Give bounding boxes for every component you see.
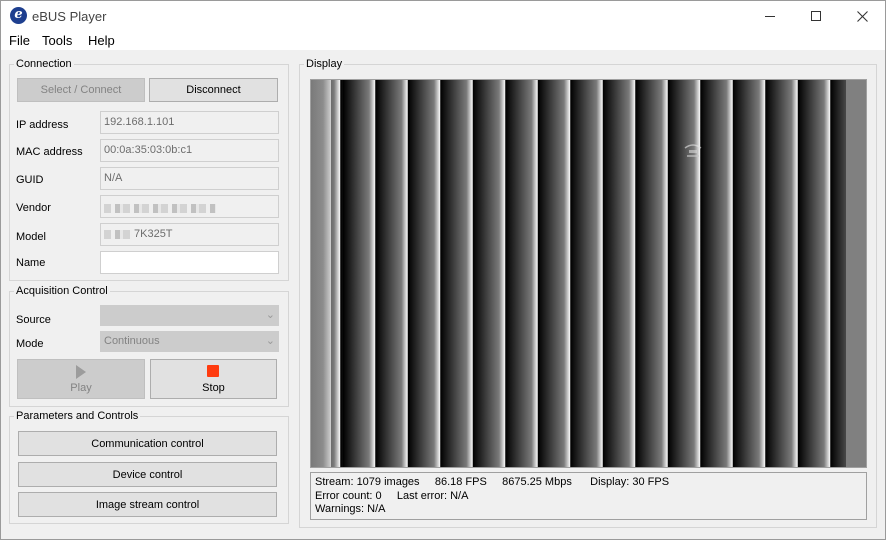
guid-label: GUID	[16, 174, 44, 186]
redacted-model-blur	[104, 229, 132, 239]
acquisition-legend: Acquisition Control	[16, 285, 108, 297]
stream-count: Stream: 1079 images	[315, 476, 420, 488]
stop-icon	[207, 365, 219, 377]
ip-address-field[interactable]: 192.168.1.101	[100, 111, 279, 134]
warnings: Warnings: N/A	[315, 503, 386, 515]
minimize-button[interactable]	[747, 1, 793, 31]
menu-tools[interactable]: Tools	[42, 33, 72, 48]
select-connect-button[interactable]: Select / Connect	[17, 78, 145, 102]
mac-address-field[interactable]: 00:0a:35:03:0b:c1	[100, 139, 279, 162]
mode-dropdown[interactable]: Continuous ⌄	[100, 331, 279, 352]
stop-button[interactable]: Stop	[150, 359, 277, 399]
close-icon	[856, 10, 868, 22]
menu-file[interactable]: File	[9, 33, 30, 48]
mode-value: Continuous	[104, 335, 160, 347]
vendor-label: Vendor	[16, 202, 51, 214]
watermark-icon	[684, 144, 702, 157]
chevron-down-icon: ⌄	[265, 335, 275, 347]
device-control-button[interactable]: Device control	[18, 462, 277, 487]
video-display[interactable]	[310, 79, 867, 468]
model-field[interactable]: 7K325T	[100, 223, 279, 246]
error-count: Error count: 0	[315, 489, 382, 502]
guid-field[interactable]: N/A	[100, 167, 279, 190]
menu-bar: File Tools Help	[0, 31, 886, 50]
stream-bandwidth: 8675.25 Mbps	[502, 476, 572, 488]
chevron-down-icon: ⌄	[265, 309, 275, 321]
play-button[interactable]: Play	[17, 359, 145, 399]
stream-fps: 86.18 FPS	[434, 476, 487, 488]
connection-legend: Connection	[16, 58, 72, 70]
communication-control-button[interactable]: Communication control	[18, 431, 277, 456]
display-fps: Display: 30 FPS	[590, 476, 670, 488]
redacted-vendor-blur	[104, 203, 216, 213]
display-legend: Display	[306, 58, 343, 70]
minimize-icon	[765, 15, 775, 17]
window-title: eBUS Player	[32, 9, 107, 24]
test-pattern-image	[311, 80, 866, 467]
maximize-icon	[811, 11, 821, 21]
name-label: Name	[16, 257, 46, 269]
vendor-field[interactable]	[100, 195, 279, 218]
parameters-legend: Parameters and Controls	[16, 410, 139, 422]
model-label: Model	[16, 231, 46, 243]
close-button[interactable]	[839, 1, 885, 31]
model-value: 7K325T	[134, 228, 173, 240]
ebus-logo-icon: e	[10, 7, 27, 24]
name-field[interactable]	[100, 251, 279, 274]
main-content: Connection Select / Connect Disconnect I…	[0, 50, 886, 540]
display-left-edge	[311, 80, 331, 467]
title-bar: e eBUS Player	[0, 0, 886, 31]
display-right-edge	[846, 80, 866, 467]
ip-address-label: IP address	[16, 119, 69, 131]
maximize-button[interactable]	[793, 1, 839, 31]
last-error: Last error: N/A	[396, 489, 469, 502]
stream-statistics: Stream: 1079 images 86.18 FPS 8675.25 Mb…	[310, 472, 867, 520]
source-dropdown[interactable]: ⌄	[100, 305, 279, 326]
image-stream-control-button[interactable]: Image stream control	[18, 492, 277, 517]
disconnect-button[interactable]: Disconnect	[149, 78, 278, 102]
play-label: Play	[70, 382, 92, 394]
play-icon	[76, 365, 86, 379]
stop-label: Stop	[202, 382, 225, 394]
mode-label: Mode	[16, 338, 44, 350]
source-label: Source	[16, 314, 51, 326]
mac-address-label: MAC address	[16, 146, 83, 158]
menu-help[interactable]: Help	[88, 33, 115, 48]
